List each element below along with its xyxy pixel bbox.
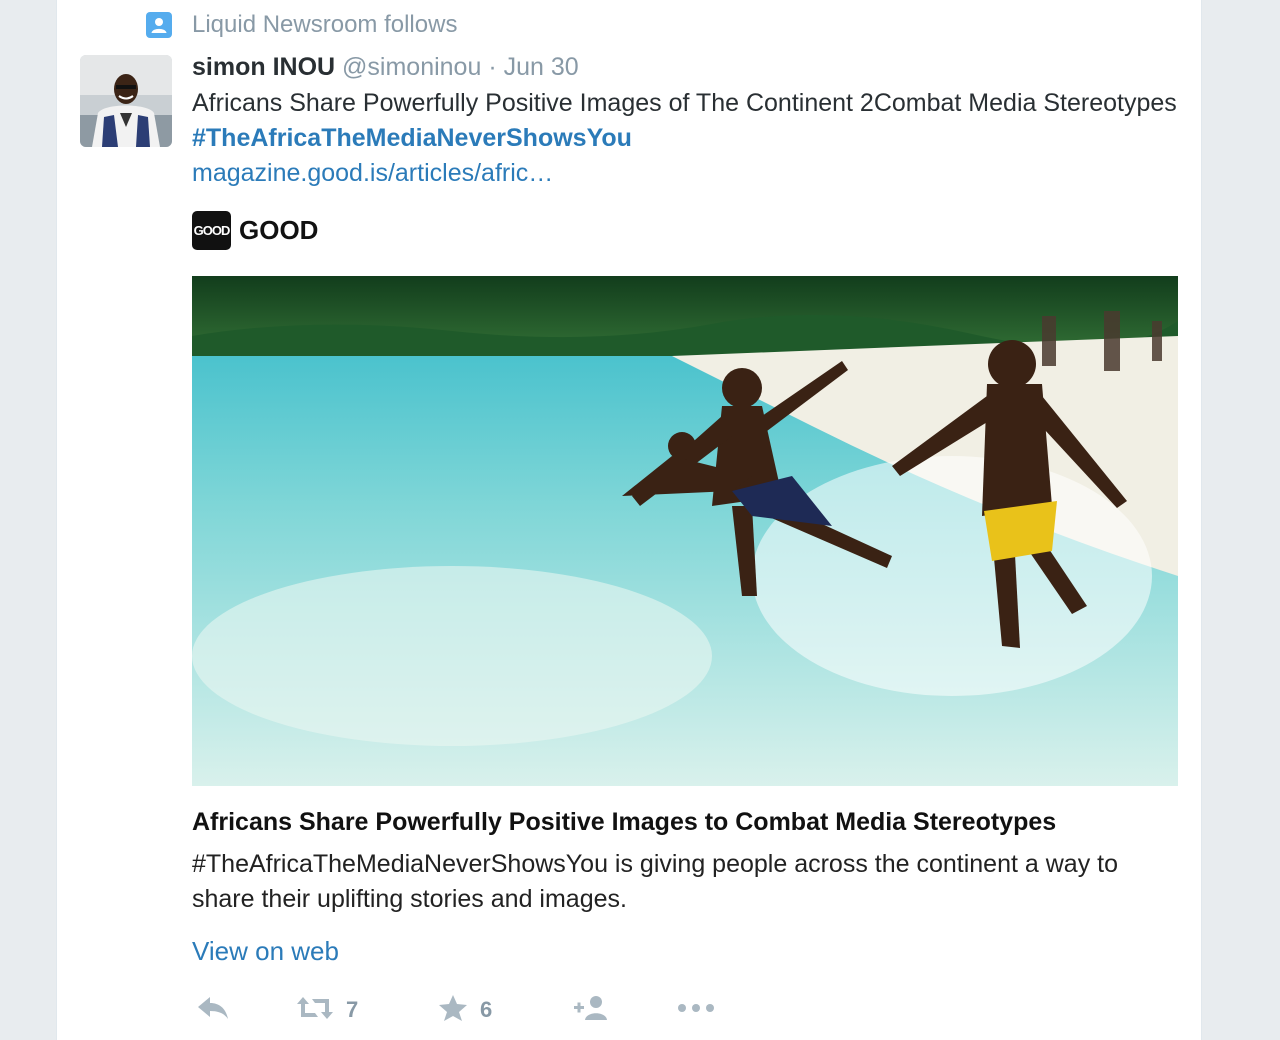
retweet-icon [296, 995, 334, 1026]
reply-button[interactable] [196, 990, 230, 1030]
person-icon [146, 12, 172, 38]
tweet-content: simon INOU @simoninou · Jun 30 Africans … [192, 50, 1182, 191]
retweet-button[interactable]: 7 [296, 990, 358, 1030]
separator-dot: · [488, 53, 497, 81]
good-logo: GOOD [192, 210, 231, 250]
more-button[interactable] [676, 990, 716, 1030]
context-label[interactable]: Liquid Newsroom follows [192, 11, 457, 39]
follow-icon [572, 994, 610, 1027]
star-icon [438, 994, 468, 1027]
tweet-text: Africans Share Powerfully Positive Image… [192, 86, 1182, 191]
hashtag-link[interactable]: #TheAfricaTheMediaNeverShowsYou [192, 124, 632, 152]
tweet-time[interactable]: Jun 30 [504, 53, 579, 81]
retweet-count: 7 [346, 997, 359, 1022]
article-link[interactable]: magazine.good.is/articles/afric… [192, 156, 1182, 191]
card-source[interactable]: GOOD GOOD [192, 210, 318, 250]
tweet-body: Africans Share Powerfully Positive Image… [192, 89, 1177, 117]
follow-button[interactable] [572, 990, 610, 1030]
card-title[interactable]: Africans Share Powerfully Positive Image… [192, 805, 1172, 839]
favorite-count: 6 [480, 997, 493, 1022]
tweet-header: simon INOU @simoninou · Jun 30 [192, 50, 1182, 84]
avatar[interactable] [80, 55, 172, 147]
card-photo[interactable] [192, 276, 1178, 786]
more-icon [676, 1001, 716, 1019]
view-on-web-link[interactable]: View on web [192, 934, 339, 968]
user-name[interactable]: simon INOU [192, 53, 335, 81]
context-line: Liquid Newsroom follows [146, 8, 457, 42]
reply-icon [196, 995, 230, 1026]
favorite-button[interactable]: 6 [438, 990, 492, 1030]
user-handle[interactable]: @simoninou [342, 53, 481, 81]
source-name[interactable]: GOOD [239, 215, 318, 246]
card-description: #TheAfricaTheMediaNeverShowsYou is givin… [192, 850, 1118, 913]
